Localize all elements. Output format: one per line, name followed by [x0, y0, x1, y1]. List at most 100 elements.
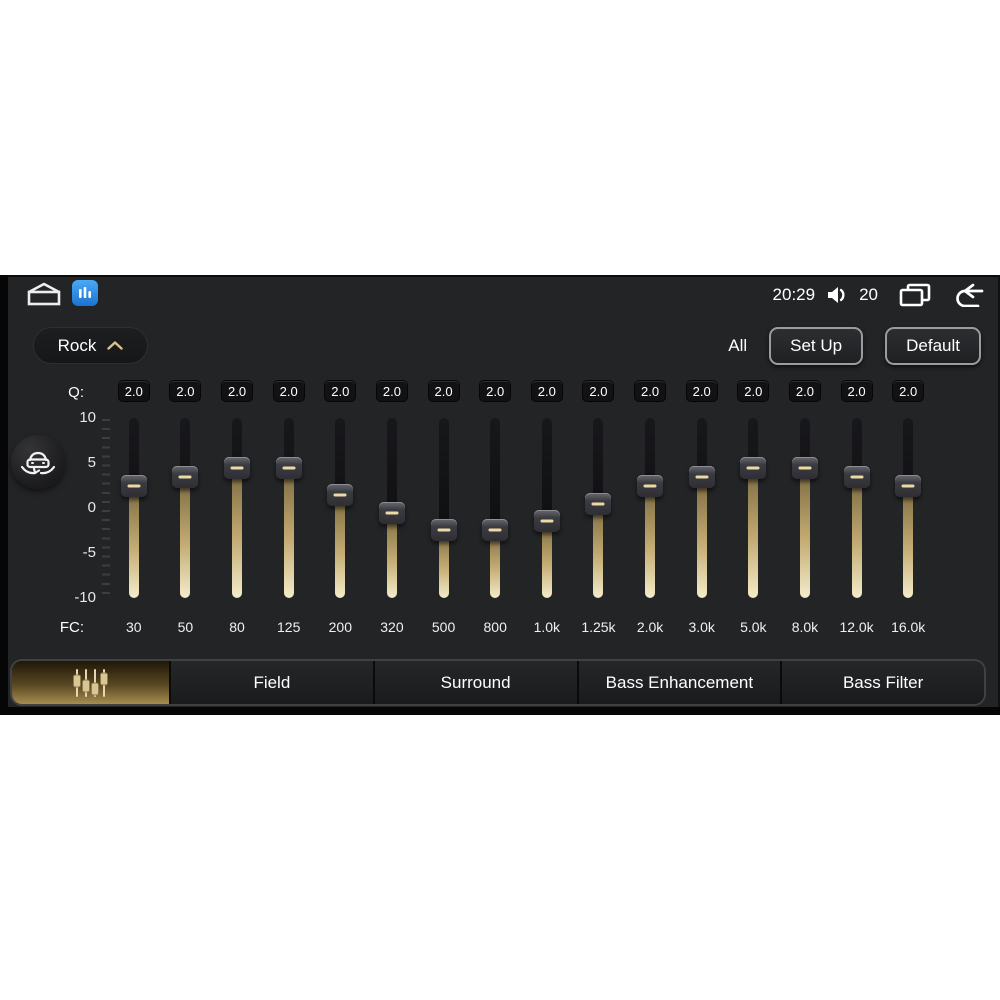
- frequency-label: 1.0k: [533, 619, 561, 635]
- slider-gold-fill: [386, 512, 397, 598]
- frequency-label: 800: [483, 619, 507, 635]
- slider-track[interactable]: [541, 418, 552, 598]
- frequency-label: 12.0k: [839, 619, 874, 635]
- eq-band-column: 2.0 320: [366, 375, 418, 637]
- eq-band-column: 2.0 3.0k: [676, 375, 728, 637]
- q-value-box[interactable]: 2.0: [583, 381, 614, 401]
- slider-gold-fill: [645, 485, 656, 598]
- slider-gold-fill: [593, 503, 604, 598]
- slider-handle[interactable]: [740, 457, 767, 479]
- slider-handle[interactable]: [430, 519, 457, 542]
- music-app-icon[interactable]: [72, 280, 98, 306]
- home-icon: [27, 282, 61, 306]
- slider-track[interactable]: [799, 418, 810, 598]
- slider-handle[interactable]: [637, 474, 664, 497]
- all-toggle[interactable]: All: [728, 336, 747, 356]
- slider-handle[interactable]: [120, 474, 147, 497]
- slider-handle[interactable]: [327, 483, 354, 506]
- y-axis-tick-label: -5: [82, 544, 96, 561]
- eq-band-column: 2.0 8.0k: [779, 375, 831, 637]
- slider-handle[interactable]: [378, 501, 405, 524]
- eq-band-column: 2.0 16.0k: [882, 375, 934, 637]
- q-value-box[interactable]: 2.0: [841, 381, 872, 401]
- slider-handle[interactable]: [482, 519, 509, 542]
- chevron-up-icon: [107, 341, 124, 350]
- eq-band-column: 2.0 12.0k: [831, 375, 883, 637]
- q-value-box[interactable]: 2.0: [325, 381, 356, 401]
- slider-handle[interactable]: [172, 465, 199, 488]
- eq-band-column: 2.0 2.0k: [624, 375, 676, 637]
- status-right-cluster: 20:29 20: [773, 280, 984, 310]
- slider-track[interactable]: [696, 418, 707, 598]
- tab-label: Field: [253, 672, 291, 692]
- recent-apps-button[interactable]: [898, 282, 932, 308]
- tab-equalizer[interactable]: [12, 661, 169, 704]
- y-axis-tick-label: 0: [87, 499, 96, 516]
- slider-handle[interactable]: [533, 510, 560, 533]
- slider-handle[interactable]: [224, 457, 251, 479]
- frequency-label: 16.0k: [891, 619, 926, 635]
- q-value-box[interactable]: 2.0: [531, 381, 562, 401]
- q-value-box[interactable]: 2.0: [738, 381, 769, 401]
- frequency-label: 5.0k: [740, 619, 767, 635]
- tab-label: Bass Filter: [842, 672, 924, 692]
- q-axis-label: Q:: [68, 384, 84, 401]
- tab-field[interactable]: Field: [169, 661, 373, 704]
- tab-surround[interactable]: Surround: [372, 661, 577, 704]
- slider-track[interactable]: [851, 418, 862, 598]
- frequency-label: 80: [229, 619, 245, 635]
- slider-gold-fill: [180, 476, 191, 598]
- slider-track[interactable]: [232, 418, 243, 598]
- q-value-box[interactable]: 2.0: [428, 381, 459, 401]
- preset-selector[interactable]: Rock: [33, 327, 148, 364]
- slider-handle[interactable]: [275, 457, 302, 479]
- slider-track[interactable]: [645, 418, 656, 598]
- q-value-box[interactable]: 2.0: [789, 381, 820, 401]
- slider-track[interactable]: [748, 418, 759, 598]
- clock: 20:29: [772, 285, 816, 304]
- slider-track[interactable]: [490, 418, 501, 598]
- q-value-box[interactable]: 2.0: [686, 381, 717, 401]
- screen-bottom-edge: [0, 707, 1000, 715]
- home-button[interactable]: [26, 282, 62, 307]
- slider-track[interactable]: [903, 418, 914, 598]
- y-axis-tick-label: 10: [79, 409, 96, 426]
- slider-handle[interactable]: [895, 474, 922, 497]
- slider-gold-fill: [799, 468, 810, 598]
- eq-band-column: 2.0 200: [315, 375, 367, 637]
- set-up-button[interactable]: Set Up: [769, 327, 864, 365]
- slider-track[interactable]: [283, 418, 294, 598]
- slider-handle[interactable]: [688, 465, 715, 488]
- eq-band-column: 2.0 1.0k: [521, 375, 573, 637]
- q-value-box[interactable]: 2.0: [273, 381, 304, 401]
- slider-gold-fill: [541, 521, 552, 598]
- sound-field-car-button[interactable]: [11, 435, 65, 489]
- slider-track[interactable]: [335, 418, 346, 598]
- slider-track[interactable]: [128, 418, 139, 598]
- slider-track[interactable]: [180, 418, 191, 598]
- q-value-box[interactable]: 2.0: [893, 381, 924, 401]
- q-value-box[interactable]: 2.0: [480, 381, 511, 401]
- eq-band-column: 2.0 500: [418, 375, 470, 637]
- tab-bass-enhancement[interactable]: Bass Enhancement: [576, 661, 781, 704]
- q-value-box[interactable]: 2.0: [118, 381, 149, 401]
- eq-band-column: 2.0 30: [108, 375, 160, 637]
- frequency-label: 30: [126, 619, 142, 635]
- default-button[interactable]: Default: [885, 327, 981, 365]
- tab-bass-filter[interactable]: Bass Filter: [780, 661, 984, 704]
- header-actions: All Set Up Default: [728, 327, 981, 365]
- slider-handle[interactable]: [843, 465, 870, 488]
- q-value-box[interactable]: 2.0: [170, 381, 201, 401]
- frequency-label: 125: [277, 619, 301, 635]
- slider-track[interactable]: [438, 418, 449, 598]
- slider-handle[interactable]: [585, 492, 612, 515]
- back-button[interactable]: [952, 283, 984, 307]
- q-value-box[interactable]: 2.0: [635, 381, 666, 401]
- q-value-box[interactable]: 2.0: [376, 381, 407, 401]
- screen-top-edge: [0, 275, 1000, 277]
- q-value-box[interactable]: 2.0: [222, 381, 253, 401]
- slider-gold-fill: [903, 485, 914, 598]
- bottom-tab-bar: Field Surround Bass Enhancement Bass Filter: [10, 659, 986, 706]
- eq-band-column: 2.0 1.25k: [573, 375, 625, 637]
- slider-handle[interactable]: [791, 457, 818, 479]
